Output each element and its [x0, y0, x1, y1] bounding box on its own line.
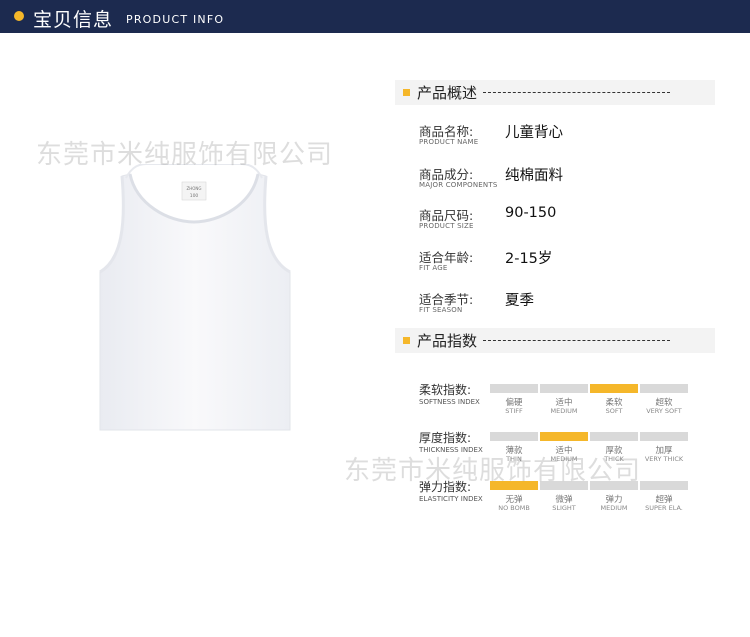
attr-label-en: MAJOR COMPONENTS	[419, 181, 498, 189]
garment-tag-line1: ZHONG	[187, 186, 202, 191]
header-title-en: PRODUCT INFO	[126, 13, 225, 26]
index-option-en: NO BOMB	[498, 504, 530, 512]
index-option-en: VERY THICK	[644, 455, 684, 463]
index-bar	[590, 384, 638, 393]
index-label-en: SOFTNESS INDEX	[419, 398, 480, 406]
index-option: 柔软 SOFT	[590, 384, 638, 420]
index-bar	[490, 384, 538, 393]
index-option-en: MEDIUM	[550, 407, 578, 415]
index-label-cn: 厚度指数:	[419, 431, 472, 445]
attr-value: 90-150	[505, 205, 557, 221]
attr-value: 纯棉面料	[505, 168, 563, 184]
index-option: 偏硬 STIFF	[490, 384, 538, 420]
attr-row-season: 适合季节: FIT SEASON 夏季	[419, 289, 719, 319]
index-row-softness: 柔软指数: SOFTNESS INDEX 偏硬 STIFF 适中 MEDIUM 柔软…	[419, 381, 719, 421]
index-bar	[490, 432, 538, 441]
attr-label-en: FIT SEASON	[419, 306, 463, 314]
index-option-en: SLIGHT	[552, 504, 576, 512]
attr-row-name: 商品名称: PRODUCT NAME 儿童背心	[419, 121, 719, 151]
index-option-en: SOFT	[605, 407, 623, 415]
index-option: 超软 VERY SOFT	[640, 384, 688, 420]
attr-value: 儿童背心	[505, 125, 563, 141]
index-label-en: ELASTICITY INDEX	[419, 495, 483, 503]
index-bar	[540, 384, 588, 393]
attr-label-en: PRODUCT NAME	[419, 138, 479, 146]
section-head-overview: 产品概述	[395, 80, 715, 105]
index-option-en: STIFF	[505, 407, 523, 415]
attr-row-size: 商品尺码: PRODUCT SIZE 90-150	[419, 205, 719, 235]
attr-row-components: 商品成分: MAJOR COMPONENTS 纯棉面料	[419, 164, 719, 194]
section-title-index: 产品指数	[417, 332, 478, 350]
attr-row-age: 适合年龄: FIT AGE 2-15岁	[419, 247, 719, 277]
index-bar	[640, 481, 688, 490]
index-bar	[640, 432, 688, 441]
header-dot-icon	[14, 11, 24, 21]
watermark-bottom: 东莞市米纯服饰有限公司	[344, 456, 642, 486]
header-title-cn: 宝贝信息	[33, 9, 114, 31]
index-option-en: MEDIUM	[600, 504, 628, 512]
dashed-divider	[483, 92, 670, 93]
dashed-divider	[483, 340, 670, 341]
index-bar	[590, 432, 638, 441]
index-label-cn: 柔软指数:	[419, 383, 472, 397]
attr-value: 夏季	[505, 293, 534, 309]
index-option-en: SUPER ELA.	[645, 504, 683, 512]
attr-label-en: PRODUCT SIZE	[419, 222, 474, 230]
index-option-en: VERY SOFT	[646, 407, 682, 415]
attr-label-en: FIT AGE	[419, 264, 448, 272]
section-title-overview: 产品概述	[417, 84, 478, 102]
square-bullet-icon	[403, 89, 410, 96]
product-image-tank-top: ZHONG 100	[96, 163, 292, 434]
watermark-top: 东莞市米纯服饰有限公司	[36, 140, 334, 170]
index-option: 超弹 SUPER ELA.	[640, 481, 688, 517]
header-bar: 宝贝信息 PRODUCT INFO	[0, 0, 750, 33]
square-bullet-icon	[403, 337, 410, 344]
garment-tag-line2: 100	[190, 193, 199, 199]
section-head-index: 产品指数	[395, 328, 715, 353]
index-option: 加厚 VERY THICK	[640, 432, 688, 468]
index-bar	[640, 384, 688, 393]
index-bar	[540, 432, 588, 441]
index-option: 适中 MEDIUM	[540, 384, 588, 420]
index-scale: 偏硬 STIFF 适中 MEDIUM 柔软 SOFT 超软 VERY SOFT	[490, 384, 690, 420]
attr-value: 2-15岁	[505, 251, 553, 267]
